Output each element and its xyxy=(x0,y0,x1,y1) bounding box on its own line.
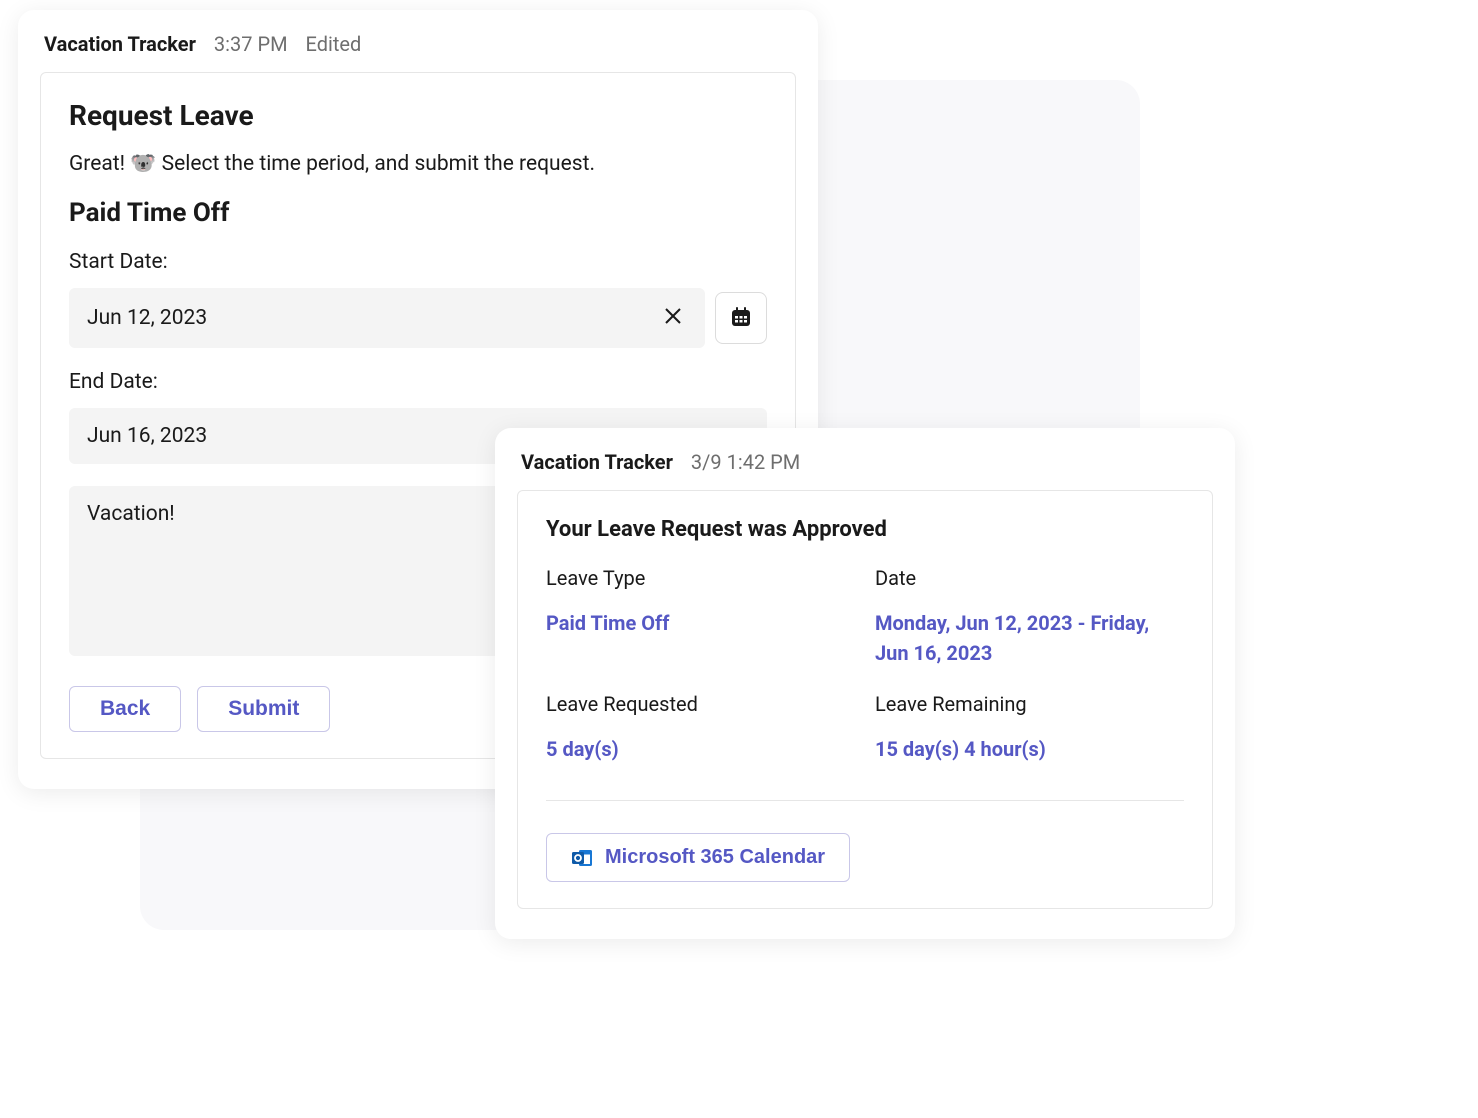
back-button[interactable]: Back xyxy=(69,686,181,732)
date-label: Date xyxy=(875,566,1184,590)
requested-label: Leave Requested xyxy=(546,692,855,716)
outlook-icon xyxy=(571,847,593,869)
requested-value: 5 day(s) xyxy=(546,734,855,764)
calendar-button[interactable]: Microsoft 365 Calendar xyxy=(546,833,850,882)
start-date-label: Start Date: xyxy=(69,250,767,274)
date-value: Monday, Jun 12, 2023 - Friday, Jun 16, 2… xyxy=(875,608,1184,668)
remaining-value: 15 day(s) 4 hour(s) xyxy=(875,734,1184,764)
timestamp: 3:37 PM xyxy=(214,32,288,56)
details-grid: Leave Type Paid Time Off Date Monday, Ju… xyxy=(546,566,1184,788)
card-header: Vacation Tracker 3:37 PM Edited xyxy=(18,32,818,72)
leave-type-value: Paid Time Off xyxy=(546,608,855,638)
start-date-value: Jun 12, 2023 xyxy=(87,306,207,330)
leave-type-heading: Paid Time Off xyxy=(69,198,767,228)
leave-type-label: Leave Type xyxy=(546,566,855,590)
edited-label: Edited xyxy=(306,32,362,56)
clear-start-date-icon[interactable] xyxy=(659,304,687,332)
end-date-label: End Date: xyxy=(69,370,767,394)
start-date-input[interactable]: Jun 12, 2023 xyxy=(69,288,705,348)
request-subtitle: Great! 🐨 Select the time period, and sub… xyxy=(69,152,767,176)
start-date-row: Jun 12, 2023 xyxy=(69,288,767,348)
remaining-label: Leave Remaining xyxy=(875,692,1184,716)
card-header: Vacation Tracker 3/9 1:42 PM xyxy=(495,450,1235,490)
app-name: Vacation Tracker xyxy=(521,450,673,474)
calendar-button-label: Microsoft 365 Calendar xyxy=(605,846,825,869)
approved-title: Your Leave Request was Approved xyxy=(546,517,1184,542)
card-body: Your Leave Request was Approved Leave Ty… xyxy=(517,490,1213,909)
submit-button[interactable]: Submit xyxy=(197,686,330,732)
start-date-picker-button[interactable] xyxy=(715,292,767,344)
app-name: Vacation Tracker xyxy=(44,32,196,56)
divider xyxy=(546,800,1184,801)
request-title: Request Leave xyxy=(69,99,767,132)
approved-card: Vacation Tracker 3/9 1:42 PM Your Leave … xyxy=(495,428,1235,939)
timestamp: 3/9 1:42 PM xyxy=(691,450,800,474)
calendar-icon xyxy=(729,305,753,332)
end-date-value: Jun 16, 2023 xyxy=(87,424,207,448)
